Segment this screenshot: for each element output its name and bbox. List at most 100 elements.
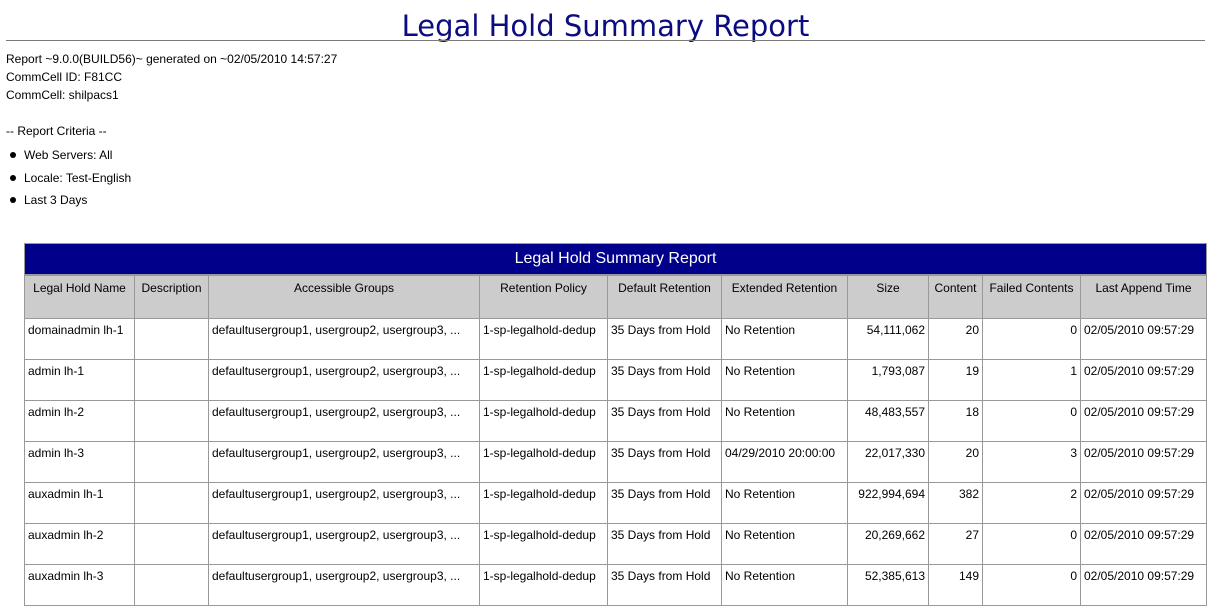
cell-last-append-time: 02/05/2010 09:57:29 (1080, 359, 1207, 401)
cell-content: 18 (928, 400, 983, 442)
cell-content: 20 (928, 318, 983, 360)
report-table-container: Legal Hold Summary Report Legal Hold Nam… (24, 243, 1207, 606)
table-row: auxadmin lh-1 defaultusergroup1, usergro… (24, 482, 1207, 524)
cell-default-retention: 35 Days from Hold (607, 359, 722, 401)
criteria-heading: -- Report Criteria -- (6, 124, 107, 138)
title-divider (6, 40, 1205, 41)
col-header-legal-hold-name: Legal Hold Name (24, 275, 135, 319)
cell-last-append-time: 02/05/2010 09:57:29 (1080, 523, 1207, 565)
commcell-name: CommCell: shilpacs1 (6, 88, 119, 102)
cell-last-append-time: 02/05/2010 09:57:29 (1080, 318, 1207, 360)
cell-size: 20,269,662 (847, 523, 929, 565)
cell-last-append-time: 02/05/2010 09:57:29 (1080, 400, 1207, 442)
table-row: admin lh-3 defaultusergroup1, usergroup2… (24, 441, 1207, 483)
cell-last-append-time: 02/05/2010 09:57:29 (1080, 482, 1207, 524)
cell-legal-hold-name: admin lh-3 (24, 441, 135, 483)
table-row: auxadmin lh-2 defaultusergroup1, usergro… (24, 523, 1207, 565)
cell-extended-retention: No Retention (721, 564, 848, 606)
col-header-description: Description (134, 275, 209, 319)
cell-legal-hold-name: auxadmin lh-3 (24, 564, 135, 606)
cell-retention-policy: 1-sp-legalhold-dedup (479, 318, 608, 360)
cell-description (134, 441, 209, 483)
cell-retention-policy: 1-sp-legalhold-dedup (479, 359, 608, 401)
cell-default-retention: 35 Days from Hold (607, 441, 722, 483)
cell-failed-contents: 0 (982, 564, 1081, 606)
cell-accessible-groups: defaultusergroup1, usergroup2, usergroup… (208, 482, 480, 524)
cell-default-retention: 35 Days from Hold (607, 318, 722, 360)
cell-legal-hold-name: auxadmin lh-1 (24, 482, 135, 524)
cell-description (134, 400, 209, 442)
cell-accessible-groups: defaultusergroup1, usergroup2, usergroup… (208, 400, 480, 442)
report-criteria: -- Report Criteria -- Web Servers: All L… (6, 122, 131, 212)
cell-last-append-time: 02/05/2010 09:57:29 (1080, 564, 1207, 606)
cell-failed-contents: 0 (982, 318, 1081, 360)
cell-retention-policy: 1-sp-legalhold-dedup (479, 482, 608, 524)
report-meta: Report ~9.0.0(BUILD56)~ generated on ~02… (6, 50, 337, 104)
cell-accessible-groups: defaultusergroup1, usergroup2, usergroup… (208, 441, 480, 483)
cell-legal-hold-name: admin lh-1 (24, 359, 135, 401)
criteria-item: Locale: Test-English (6, 167, 131, 190)
cell-legal-hold-name: admin lh-2 (24, 400, 135, 442)
cell-default-retention: 35 Days from Hold (607, 523, 722, 565)
criteria-item: Last 3 Days (6, 189, 131, 212)
table-caption: Legal Hold Summary Report (24, 243, 1207, 275)
criteria-item: Web Servers: All (6, 144, 131, 167)
cell-size: 22,017,330 (847, 441, 929, 483)
cell-description (134, 482, 209, 524)
cell-accessible-groups: defaultusergroup1, usergroup2, usergroup… (208, 318, 480, 360)
cell-extended-retention: No Retention (721, 523, 848, 565)
cell-accessible-groups: defaultusergroup1, usergroup2, usergroup… (208, 359, 480, 401)
cell-default-retention: 35 Days from Hold (607, 482, 722, 524)
cell-failed-contents: 0 (982, 400, 1081, 442)
col-header-last-append-time: Last Append Time (1080, 275, 1207, 319)
cell-retention-policy: 1-sp-legalhold-dedup (479, 523, 608, 565)
cell-last-append-time: 02/05/2010 09:57:29 (1080, 441, 1207, 483)
cell-default-retention: 35 Days from Hold (607, 400, 722, 442)
cell-content: 382 (928, 482, 983, 524)
col-header-content: Content (928, 275, 983, 319)
cell-retention-policy: 1-sp-legalhold-dedup (479, 564, 608, 606)
col-header-extended-retention: Extended Retention (721, 275, 848, 319)
cell-size: 54,111,062 (847, 318, 929, 360)
cell-extended-retention: No Retention (721, 400, 848, 442)
table-row: domainadmin lh-1 defaultusergroup1, user… (24, 318, 1207, 360)
cell-failed-contents: 2 (982, 482, 1081, 524)
cell-legal-hold-name: auxadmin lh-2 (24, 523, 135, 565)
cell-retention-policy: 1-sp-legalhold-dedup (479, 400, 608, 442)
cell-failed-contents: 1 (982, 359, 1081, 401)
cell-description (134, 564, 209, 606)
col-header-accessible-groups: Accessible Groups (208, 275, 480, 319)
cell-accessible-groups: defaultusergroup1, usergroup2, usergroup… (208, 523, 480, 565)
cell-extended-retention: No Retention (721, 482, 848, 524)
table-row: auxadmin lh-3 defaultusergroup1, usergro… (24, 564, 1207, 606)
col-header-size: Size (847, 275, 929, 319)
cell-size: 48,483,557 (847, 400, 929, 442)
cell-size: 1,793,087 (847, 359, 929, 401)
cell-retention-policy: 1-sp-legalhold-dedup (479, 441, 608, 483)
cell-legal-hold-name: domainadmin lh-1 (24, 318, 135, 360)
table-header-row: Legal Hold Name Description Accessible G… (24, 275, 1207, 319)
cell-failed-contents: 3 (982, 441, 1081, 483)
legal-hold-table: Legal Hold Summary Report Legal Hold Nam… (24, 243, 1207, 606)
cell-extended-retention: 04/29/2010 20:00:00 (721, 441, 848, 483)
cell-content: 19 (928, 359, 983, 401)
cell-failed-contents: 0 (982, 523, 1081, 565)
cell-size: 922,994,694 (847, 482, 929, 524)
table-row: admin lh-2 defaultusergroup1, usergroup2… (24, 400, 1207, 442)
cell-content: 20 (928, 441, 983, 483)
cell-default-retention: 35 Days from Hold (607, 564, 722, 606)
report-generated-line: Report ~9.0.0(BUILD56)~ generated on ~02… (6, 52, 338, 66)
cell-size: 52,385,613 (847, 564, 929, 606)
col-header-default-retention: Default Retention (607, 275, 722, 319)
cell-content: 27 (928, 523, 983, 565)
col-header-retention-policy: Retention Policy (479, 275, 608, 319)
table-row: admin lh-1 defaultusergroup1, usergroup2… (24, 359, 1207, 401)
cell-description (134, 359, 209, 401)
cell-description (134, 318, 209, 360)
cell-extended-retention: No Retention (721, 359, 848, 401)
cell-accessible-groups: defaultusergroup1, usergroup2, usergroup… (208, 564, 480, 606)
col-header-failed-contents: Failed Contents (982, 275, 1081, 319)
criteria-list: Web Servers: All Locale: Test-English La… (6, 144, 131, 212)
cell-description (134, 523, 209, 565)
cell-extended-retention: No Retention (721, 318, 848, 360)
